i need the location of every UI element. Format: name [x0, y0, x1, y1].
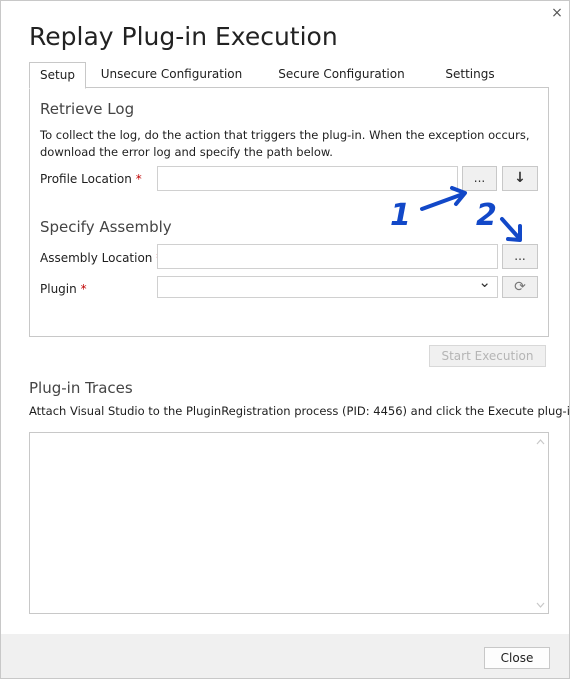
annotation-arrow-2: [500, 217, 521, 240]
annotation-arrows: [420, 186, 522, 242]
tab-setup[interactable]: Setup: [29, 62, 86, 89]
close-button[interactable]: Close: [484, 647, 550, 669]
